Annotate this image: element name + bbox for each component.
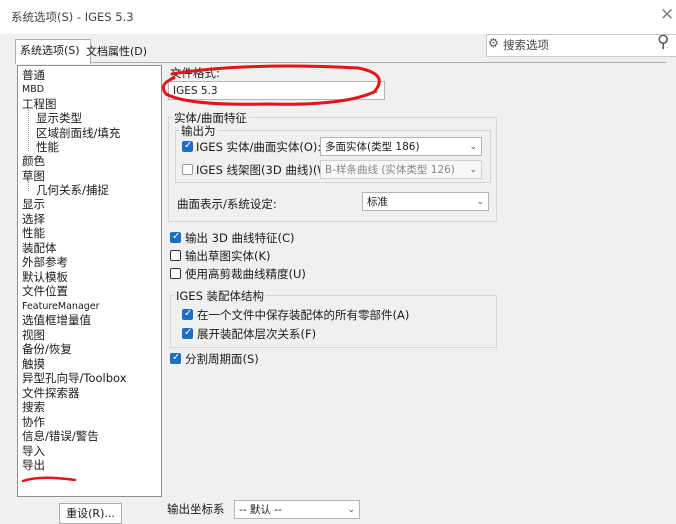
chevron-down-icon: ⌄ (469, 165, 477, 175)
tree-item-selection[interactable]: 选择 (22, 212, 45, 226)
solids-type-select[interactable]: 多面实体(类型 186) ⌄ (320, 137, 482, 156)
window-title: 系统选项(S) - IGES 5.3 (11, 10, 134, 24)
wireframe-checkbox[interactable] (182, 164, 193, 175)
wireframe-type-value: B-样条曲线 (实体类型 126) (325, 164, 455, 176)
surface-representation-label: 曲面表示/系统设定: (177, 197, 277, 211)
close-icon[interactable]: ✕ (660, 5, 674, 25)
tree-item-backup-recover[interactable]: 备份/恢复 (22, 342, 72, 356)
tree-item-display-style[interactable]: 显示类型 (36, 111, 82, 125)
tree-item-relations-snaps[interactable]: 几何关系/捕捉 (36, 183, 109, 197)
export-sketch-label: 输出草图实体(K) (185, 249, 271, 263)
tab-system-options[interactable]: 系统选项(S) (15, 39, 91, 64)
chevron-down-icon: ⌄ (347, 505, 355, 515)
tree-item-default-templates[interactable]: 默认模板 (22, 270, 68, 284)
gear-icon: ⚙ (488, 36, 499, 50)
red-circle-annotation (161, 64, 381, 106)
output-coordinate-value: -- 默认 -- (239, 504, 282, 516)
tree-item-featuremanager[interactable]: FeatureManager (22, 300, 100, 314)
tree-item-display[interactable]: 显示 (22, 197, 45, 211)
tree-item-view[interactable]: 视图 (22, 328, 45, 342)
tree-item-area-hatch[interactable]: 区域剖面线/填充 (36, 126, 120, 140)
save-all-components-checkbox[interactable] (182, 308, 193, 320)
tree-item-general[interactable]: 普通 (22, 68, 45, 82)
tree-item-sketch[interactable]: 草图 (22, 169, 45, 183)
tree-item-assemblies[interactable]: 装配体 (22, 241, 57, 255)
tree-item-messages[interactable]: 信息/错误/警告 (22, 429, 99, 443)
solids-label: IGES 实体/曲面实体(O): (196, 140, 322, 154)
tree-item-collaboration[interactable]: 协作 (22, 415, 45, 429)
export-3d-curves-label: 输出 3D 曲线特征(C) (185, 231, 295, 245)
options-tree[interactable]: 普通 MBD 工程图 显示类型 区域剖面线/填充 性能 颜色 草图 几何关系/捕… (17, 65, 162, 497)
export-3d-curves-checkbox[interactable] (170, 231, 181, 243)
tree-item-import[interactable]: 导入 (22, 444, 45, 458)
wireframe-label: IGES 线架图(3D 曲线)(W): (196, 163, 338, 177)
high-trim-label: 使用高剪裁曲线精度(U) (185, 267, 306, 281)
tree-item-file-locations[interactable]: 文件位置 (22, 284, 68, 298)
search-icon[interactable]: ⚲ (657, 32, 669, 52)
chevron-down-icon: ⌄ (469, 142, 477, 152)
output-as-title: 输出为 (179, 123, 218, 139)
surface-representation-select[interactable]: 标准 ⌄ (362, 192, 489, 211)
solids-checkbox[interactable] (182, 140, 193, 152)
tree-item-search[interactable]: 搜索 (22, 400, 45, 414)
solids-type-value: 多面实体(类型 186) (325, 141, 420, 153)
save-all-components-label: 在一个文件中保存装配体的所有零部件(A) (197, 308, 410, 322)
tree-item-external-references[interactable]: 外部参考 (22, 255, 68, 269)
flatten-assembly-label: 展开装配体层次关系(F) (197, 327, 317, 341)
tree-item-hole-wizard[interactable]: 异型孔向导/Toolbox (22, 371, 127, 385)
wireframe-type-select[interactable]: B-样条曲线 (实体类型 126) ⌄ (320, 160, 482, 179)
tree-item-touch[interactable]: 触摸 (22, 357, 45, 371)
red-underline-annotation (21, 476, 77, 483)
surface-representation-value: 标准 (367, 196, 388, 208)
flatten-assembly-checkbox[interactable] (182, 327, 193, 339)
tree-item-file-explorer[interactable]: 文件探索器 (22, 386, 80, 400)
assembly-structure-title: IGES 装配体结构 (174, 288, 267, 304)
high-trim-checkbox[interactable] (170, 268, 181, 279)
tree-item-performance[interactable]: 性能 (22, 226, 45, 240)
search-placeholder: 搜索选项 (503, 38, 549, 52)
tree-item-mbd[interactable]: MBD (22, 83, 44, 97)
tree-item-drawing-performance[interactable]: 性能 (36, 140, 59, 154)
split-periodic-label: 分割周期面(S) (185, 352, 259, 366)
tree-connector (28, 109, 29, 151)
tab-document-properties[interactable]: 文档属性(D) (82, 41, 160, 63)
tree-item-spin-box[interactable]: 选值框增量值 (22, 313, 91, 327)
output-coordinate-label: 输出坐标系 (167, 502, 225, 516)
chevron-down-icon: ⌄ (476, 197, 484, 207)
split-periodic-checkbox[interactable] (170, 352, 181, 364)
output-coordinate-select[interactable]: -- 默认 -- ⌄ (234, 500, 360, 519)
tree-item-drawings[interactable]: 工程图 (22, 97, 57, 111)
tree-item-colors[interactable]: 颜色 (22, 154, 45, 168)
export-sketch-checkbox[interactable] (170, 250, 181, 261)
